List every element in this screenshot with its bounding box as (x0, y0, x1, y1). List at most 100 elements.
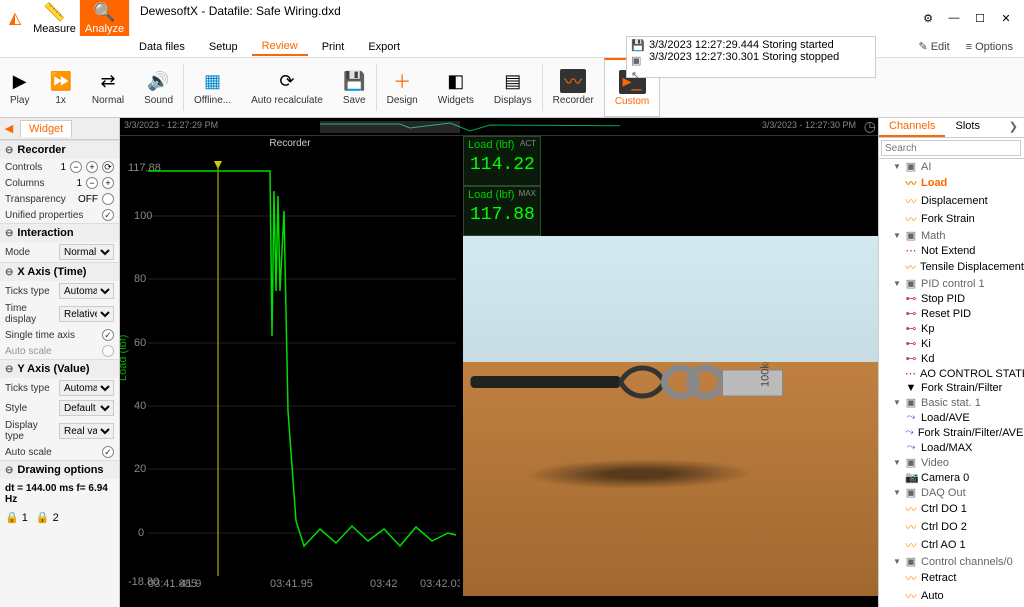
autorecalc-button[interactable]: ⟳Auto recalculate (241, 58, 333, 117)
tree-loadmax[interactable]: ⤳Load/MAX (879, 440, 1024, 455)
tree-basic[interactable]: ▼▣Basic stat. 1 (879, 395, 1024, 410)
digital-meter-max[interactable]: Load (lbf)MAX 117.88 (463, 186, 541, 236)
ydisp-select[interactable]: Real value (59, 423, 114, 439)
y-top-label: 117.88 (128, 162, 161, 174)
tree-ctrlao1[interactable]: 〰Ctrl AO 1 (879, 536, 1024, 554)
video-widget[interactable]: 100kg (463, 236, 878, 596)
recorder-display-button[interactable]: 〰Recorder (543, 58, 604, 117)
yticks-select[interactable]: Automatic (59, 380, 114, 396)
tree-tensiledisp[interactable]: 〰Tensile Displacement (879, 258, 1024, 276)
sound-button[interactable]: 🔊Sound (134, 58, 183, 117)
channel-search-input[interactable] (881, 140, 1021, 156)
close-icon[interactable]: ✕ (998, 10, 1014, 26)
transparency-toggle[interactable] (102, 193, 114, 205)
timebar-start: 3/3/2023 - 12:27:29 PM (124, 120, 218, 130)
controls-plus-button[interactable]: + (86, 161, 98, 173)
tree-forkfilter[interactable]: ▼Fork Strain/Filter (879, 381, 1024, 395)
timedisp-select[interactable]: Relative (59, 306, 114, 322)
tree-resetpid[interactable]: ⊷Reset PID (879, 306, 1024, 321)
xticks-select[interactable]: Automatic (59, 283, 114, 299)
singleaxis-toggle[interactable]: ✓ (102, 329, 114, 341)
edit-link[interactable]: ✎ Edit (912, 40, 955, 53)
lock-2[interactable]: 🔒 2 (36, 511, 59, 524)
lock-1[interactable]: 🔒 1 (5, 511, 28, 524)
menu-review[interactable]: Review (252, 38, 308, 56)
controls-extra-button[interactable]: ⟳ (102, 161, 114, 173)
tree-retract[interactable]: 〰Retract (879, 569, 1024, 587)
tree-camera[interactable]: 📷Camera 0 (879, 470, 1024, 485)
mode-select[interactable]: Normal (59, 244, 114, 260)
tree-ctrlch[interactable]: ▼▣Control channels/0 (879, 554, 1024, 569)
tree-displacement[interactable]: 〰Displacement (879, 192, 1024, 210)
svg-text:0: 0 (138, 527, 144, 539)
analyze-tab[interactable]: 🔍 Analyze (80, 0, 130, 36)
tree-math[interactable]: ▼▣Math (879, 228, 1024, 243)
tree-daq[interactable]: ▼▣DAQ Out (879, 485, 1024, 500)
tree-video[interactable]: ▼▣Video (879, 455, 1024, 470)
menu-datafiles[interactable]: Data files (129, 39, 195, 55)
widgets-button[interactable]: ◧Widgets (428, 58, 484, 117)
design-button[interactable]: ＋Design (377, 58, 428, 117)
save-button[interactable]: 💾Save (333, 58, 376, 117)
play-button[interactable]: ▶Play (0, 58, 39, 117)
measure-tab[interactable]: 📏 Measure (30, 0, 80, 36)
tree-forkave[interactable]: ⤳Fork Strain/Filter/AVE (879, 425, 1024, 440)
menu-print[interactable]: Print (312, 39, 355, 55)
tree-ai[interactable]: ▼▣AI (879, 159, 1024, 174)
yticks-label: Ticks type (5, 383, 55, 394)
section-recorder[interactable]: Recorder (0, 140, 119, 159)
recorder-widget[interactable]: Recorder 117.88 -18.80 Load (lbf) 100 80… (120, 136, 460, 596)
channels-tab[interactable]: Channels (879, 118, 945, 137)
controls-minus-button[interactable]: − (70, 161, 82, 173)
columns-label: Columns (5, 178, 72, 189)
digital-meter-act[interactable]: Load (lbf)ACT 114.22 (463, 136, 541, 186)
tree-forkstrain[interactable]: 〰Fork Strain (879, 210, 1024, 228)
recorder-title: Recorder (120, 136, 460, 151)
tree-notextend[interactable]: ⋯Not Extend (879, 243, 1024, 258)
replay-mode-button[interactable]: ⇄Normal (82, 58, 134, 117)
offline-button[interactable]: ▦Offline... (184, 58, 241, 117)
unified-label: Unified properties (5, 210, 98, 221)
columns-plus-button[interactable]: + (102, 177, 114, 189)
unified-toggle[interactable]: ✓ (102, 209, 114, 221)
tree-kd[interactable]: ⊷Kd (879, 351, 1024, 366)
tree-load[interactable]: 〰Load (879, 174, 1024, 192)
xautoscale-toggle[interactable] (102, 345, 114, 357)
ystyle-label: Style (5, 403, 55, 414)
expand-button[interactable]: ❯ (1003, 118, 1024, 137)
minimize-icon[interactable]: — (946, 10, 962, 26)
settings-icon[interactable]: ⚙ (920, 10, 936, 26)
clock-icon[interactable]: ◷ (864, 118, 876, 135)
maximize-icon[interactable]: ☐ (972, 10, 988, 26)
section-drawing[interactable]: Drawing options (0, 460, 119, 479)
tree-loadave[interactable]: ⤳Load/AVE (879, 410, 1024, 425)
displays-button[interactable]: ▤Displays (484, 58, 542, 117)
status-text: dt = 144.00 ms f= 6.94 Hz (0, 479, 119, 509)
tree-stoppid[interactable]: ⊷Stop PID (879, 291, 1024, 306)
menu-export[interactable]: Export (358, 39, 410, 55)
options-link[interactable]: ≡ Options (960, 41, 1019, 53)
window-title: DewesoftX - Datafile: Safe Wiring.dxd (130, 0, 920, 36)
tree-kp[interactable]: ⊷Kp (879, 321, 1024, 336)
section-xaxis[interactable]: X Axis (Time) (0, 262, 119, 281)
slots-tab[interactable]: Slots (945, 118, 989, 137)
tree-ctrldo2[interactable]: 〰Ctrl DO 2 (879, 518, 1024, 536)
columns-minus-button[interactable]: − (86, 177, 98, 189)
tree-auto[interactable]: 〰Auto (879, 587, 1024, 605)
tree-ctrldo1[interactable]: 〰Ctrl DO 1 (879, 500, 1024, 518)
section-interaction[interactable]: Interaction (0, 223, 119, 242)
ystyle-select[interactable]: Default (59, 400, 114, 416)
widget-tab[interactable]: Widget (20, 120, 72, 137)
tree-pid[interactable]: ▼▣PID control 1 (879, 276, 1024, 291)
global-time-bar[interactable]: 3/3/2023 - 12:27:29 PM 3/3/2023 - 12:27:… (120, 118, 878, 136)
back-button[interactable]: ◀ (0, 122, 18, 135)
tree-aoctrl[interactable]: ⋯AO CONTROL STATEMENT (879, 366, 1024, 381)
properties-panel: ◀ Widget Recorder Controls 1 − + ⟳ Colum… (0, 118, 120, 607)
menu-setup[interactable]: Setup (199, 39, 248, 55)
speed-button[interactable]: ⏩1x (39, 58, 81, 117)
disk-icon: 💾 (631, 39, 645, 52)
yautoscale-toggle[interactable]: ✓ (102, 446, 114, 458)
section-yaxis[interactable]: Y Axis (Value) (0, 359, 119, 378)
timebar-overview-plot[interactable] (320, 121, 620, 133)
tree-ki[interactable]: ⊷Ki (879, 336, 1024, 351)
